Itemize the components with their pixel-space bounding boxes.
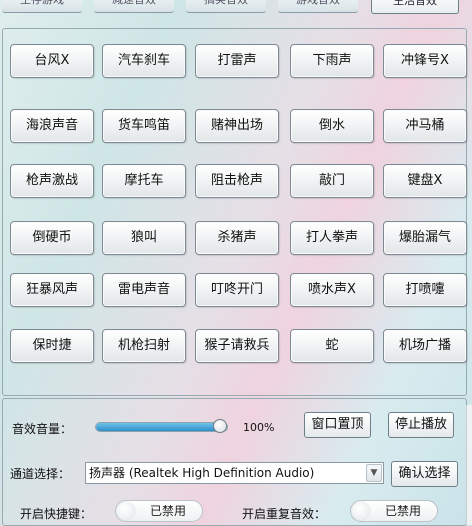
repeat-toggle-state: 已禁用 xyxy=(385,504,422,518)
sound-button[interactable]: 叮咚开门 xyxy=(195,273,279,307)
sound-button[interactable]: 枪声激战 xyxy=(10,164,94,198)
window-topmost-button[interactable]: 窗口置顶 xyxy=(304,412,371,438)
volume-slider[interactable] xyxy=(95,419,228,433)
sound-button[interactable]: 狼叫 xyxy=(102,221,186,255)
channel-select-value: 扬声器 (Realtek High Definition Audio) xyxy=(89,466,315,480)
sound-button[interactable]: 打人拳声 xyxy=(290,221,374,255)
sound-button[interactable]: 键盘X xyxy=(383,164,467,198)
hotkey-toggle-state: 已禁用 xyxy=(150,504,187,518)
sound-button[interactable]: 海浪声音 xyxy=(10,109,94,143)
sound-button[interactable]: 摩托车 xyxy=(102,164,186,198)
sound-button[interactable]: 保时捷 xyxy=(10,329,94,363)
sound-button[interactable]: 下雨声 xyxy=(290,44,374,78)
confirm-channel-button[interactable]: 确认选择 xyxy=(391,461,458,487)
tab-3[interactable]: 游戏音效 xyxy=(278,0,358,13)
repeat-toggle[interactable]: 已禁用 xyxy=(350,500,438,522)
sound-button[interactable]: 狂暴风声 xyxy=(10,273,94,307)
tab-2[interactable]: 搞笑音效 xyxy=(186,0,266,13)
sound-button[interactable]: 货车鸣笛 xyxy=(102,109,186,143)
sound-button[interactable]: 敲门 xyxy=(290,164,374,198)
sound-button[interactable]: 倒水 xyxy=(290,109,374,143)
channel-select[interactable]: 扬声器 (Realtek High Definition Audio) ▼ xyxy=(85,462,384,484)
volume-slider-fill xyxy=(96,423,224,431)
toggle-knob-icon xyxy=(352,502,370,520)
sound-button[interactable]: 机场广播 xyxy=(383,329,467,363)
sound-button[interactable]: 爆胎漏气 xyxy=(383,221,467,255)
channel-label: 通道选择： xyxy=(10,467,71,481)
toggle-knob-icon xyxy=(117,502,135,520)
volume-label: 音效音量： xyxy=(12,422,73,436)
hotkey-toggle[interactable]: 已禁用 xyxy=(115,500,203,522)
tab-1[interactable]: 减速音效 xyxy=(94,0,174,13)
sound-button[interactable]: 阻击枪声 xyxy=(195,164,279,198)
volume-slider-thumb[interactable] xyxy=(213,419,227,433)
sound-button[interactable]: 冲锋号X xyxy=(383,44,467,78)
volume-value: 100% xyxy=(243,421,275,434)
sound-button[interactable]: 机枪扫射 xyxy=(102,329,186,363)
scrollbar[interactable] xyxy=(466,405,472,525)
sound-button[interactable]: 打喷嚏 xyxy=(383,273,467,307)
stop-playback-button[interactable]: 停止播放 xyxy=(388,412,454,438)
sound-button[interactable]: 赌神出场 xyxy=(195,109,279,143)
tab-bar: 生存游戏减速音效搞笑音效游戏音效生活音效 xyxy=(0,0,472,20)
sound-button[interactable]: 冲马桶 xyxy=(383,109,467,143)
sound-button[interactable]: 汽车刹车 xyxy=(102,44,186,78)
sound-button[interactable]: 打雷声 xyxy=(195,44,279,78)
sound-button[interactable]: 雷电声音 xyxy=(102,273,186,307)
hotkey-label: 开启快捷键： xyxy=(20,507,93,521)
chevron-down-icon[interactable]: ▼ xyxy=(366,464,382,482)
sound-button[interactable]: 猴子请救兵 xyxy=(195,329,279,363)
tab-4[interactable]: 生活音效 xyxy=(371,0,459,14)
sound-button[interactable]: 蛇 xyxy=(290,329,374,363)
tab-0[interactable]: 生存游戏 xyxy=(2,0,82,13)
sound-button[interactable]: 台风X xyxy=(10,44,94,78)
sound-button[interactable]: 倒硬币 xyxy=(10,221,94,255)
repeat-label: 开启重复音效： xyxy=(242,507,327,521)
sound-button[interactable]: 杀猪声 xyxy=(195,221,279,255)
sound-button[interactable]: 喷水声X xyxy=(290,273,374,307)
